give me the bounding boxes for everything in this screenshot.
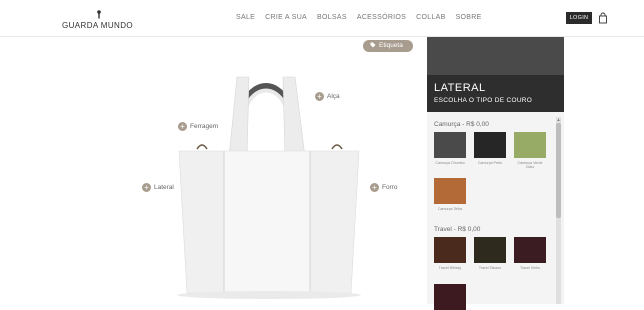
swatch-travel-whisky[interactable] — [434, 237, 466, 263]
nav-item-sale[interactable]: SALE — [236, 14, 255, 21]
scroll-up-arrow-icon[interactable]: ▲ — [556, 117, 561, 122]
swatch-camurca-chumbo[interactable] — [434, 132, 466, 158]
hotspot-forro[interactable]: + Forro — [370, 183, 398, 192]
panel-title: LATERAL — [434, 82, 486, 94]
nav-item-crie-a-sua[interactable]: CRIE A SUA — [265, 14, 307, 21]
etiqueta-label: Etiqueta — [379, 42, 403, 49]
section-label-travel: Travel - R$ 0,00 — [434, 226, 481, 233]
shopping-bag-icon[interactable] — [598, 12, 608, 24]
swatch-caption: Camurça Chumbo — [435, 161, 465, 165]
plus-icon: + — [370, 183, 379, 192]
bag-illustration — [177, 76, 361, 299]
nav-item-collab[interactable]: COLLAB — [416, 14, 445, 21]
login-button[interactable]: LOGIN — [566, 12, 592, 24]
tag-icon — [370, 42, 376, 48]
swatch-caption: Travel Vinho — [520, 266, 540, 270]
bag-preview-canvas — [107, 37, 427, 304]
hotspot-alca[interactable]: + Alça — [315, 92, 340, 101]
nav-item-acessorios[interactable]: ACESSÓRIOS — [357, 14, 406, 21]
section-label-camurca: Camurça - R$ 0,00 — [434, 121, 489, 128]
hotspot-ferragem-label: Ferragem — [190, 123, 219, 130]
swatch-camurca-telha[interactable] — [434, 178, 466, 204]
swatch-caption: Travel Whisky — [438, 266, 462, 270]
bag-handle-right — [282, 76, 306, 158]
swatch-camurca-verde-claro[interactable] — [514, 132, 546, 158]
panel-header: LATERAL ESCOLHA O TIPO DE COURO — [427, 37, 564, 112]
customization-panel: LATERAL ESCOLHA O TIPO DE COURO Camurça … — [427, 37, 564, 310]
swatch-caption: Travel Tabaco — [478, 266, 502, 270]
plus-icon: + — [142, 183, 151, 192]
swatch-travel-tabaco[interactable] — [474, 237, 506, 263]
nav-item-bolsas[interactable]: BOLSAS — [317, 14, 347, 21]
swatch-caption: Camurça Verde Claro — [517, 161, 543, 169]
site-header: GUARDA MUNDO SALE CRIE A SUA BOLSAS ACES… — [0, 0, 644, 37]
hotspot-lateral[interactable]: + Lateral — [142, 183, 174, 192]
bag-side-left — [178, 150, 225, 294]
swatch-caption: Camurça Preto — [477, 161, 503, 165]
plus-icon: + — [315, 92, 324, 101]
etiqueta-button[interactable]: Etiqueta — [363, 40, 413, 52]
bag-side-right — [309, 150, 360, 294]
nav-item-sobre[interactable]: SOBRE — [456, 14, 482, 21]
plus-icon: + — [178, 122, 187, 131]
swatch-caption: Camurça Telha — [437, 207, 463, 211]
scroll-thumb[interactable] — [556, 123, 561, 218]
panel-header-band — [427, 37, 564, 75]
panel-scrollbar[interactable]: ▲ — [556, 117, 561, 304]
hotspot-alca-label: Alça — [327, 93, 340, 100]
bag-front-panel — [223, 150, 311, 294]
panel-subtitle: ESCOLHA O TIPO DE COURO — [434, 97, 533, 104]
hotspot-lateral-label: Lateral — [154, 184, 174, 191]
hotspot-ferragem[interactable]: + Ferragem — [178, 122, 218, 131]
page-margin — [0, 37, 107, 304]
logo[interactable]: GUARDA MUNDO — [62, 10, 142, 32]
logo-text: GUARDA MUNDO — [62, 21, 134, 30]
hotspot-forro-label: Forro — [382, 184, 398, 191]
bag-handle-left — [228, 76, 250, 158]
swatch-travel-vinho[interactable] — [514, 237, 546, 263]
swatch-camurca-preto[interactable] — [474, 132, 506, 158]
swatch-travel-extra[interactable] — [434, 284, 466, 310]
logo-mark-icon — [97, 10, 101, 19]
main-nav: SALE CRIE A SUA BOLSAS ACESSÓRIOS COLLAB… — [236, 14, 482, 21]
